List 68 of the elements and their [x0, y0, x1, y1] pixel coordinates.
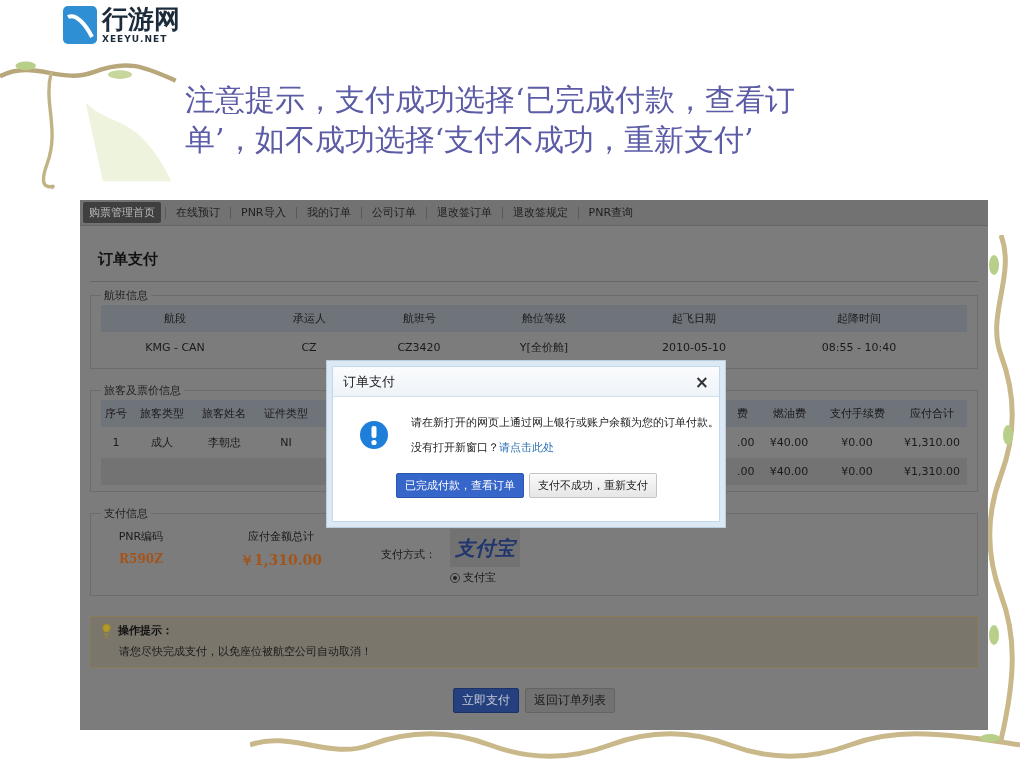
section-legend: 支付信息	[101, 506, 151, 521]
payment-radio[interactable]: 支付宝	[450, 570, 520, 585]
confirm-button[interactable]: 已完成付款，查看订单	[395, 473, 524, 498]
column-header: 舱位等级	[521, 311, 567, 326]
table-cell-text: 李朝忠	[206, 435, 242, 450]
table-cell-text: ¥40.00	[768, 436, 810, 449]
dialog-prompt: 没有打开新窗口？	[411, 440, 499, 455]
column-header: 承运人	[291, 311, 327, 326]
tip-text: 请您尽快完成支付，以免座位被航空公司自动取消！	[118, 644, 373, 659]
table-cell-text: Y[全价舱]	[518, 339, 570, 355]
page-title: 订单支付	[90, 236, 978, 282]
payment-logo: 支付宝	[450, 529, 520, 567]
column-header: 起飞日期	[671, 311, 717, 326]
total-label: 应付金额总计	[248, 529, 314, 544]
total-cell-text: ¥40.00	[768, 465, 810, 478]
nav-tab[interactable]: 退改签规定	[506, 202, 574, 223]
nav-tab[interactable]: 退改签订单	[430, 202, 498, 223]
column-header: 燃油费	[771, 406, 807, 421]
column-header: 起降时间	[836, 311, 882, 326]
method-label: 支付方式：	[381, 547, 436, 562]
table-cell-text: CZ3420	[396, 340, 442, 354]
section-legend: 航班信息	[101, 288, 151, 303]
column-header: 证件类型	[263, 406, 309, 421]
nav-tab[interactable]: 在线预订	[170, 202, 226, 223]
nav-tab[interactable]: PNR导入	[235, 202, 292, 223]
column-header: 航班号	[401, 311, 437, 326]
total-cell-text: ¥0.00	[840, 465, 874, 478]
retry-button[interactable]: 支付不成功，重新支付	[528, 473, 657, 498]
table-cell-text: NI	[279, 436, 293, 449]
table-cell-text: CZ	[300, 340, 318, 354]
table-cell-text: KMG - CAN	[144, 340, 206, 354]
nav-tab[interactable]: PNR查询	[582, 202, 640, 223]
logo-name: 行游网	[102, 6, 180, 32]
nav-tab[interactable]: 我的订单	[300, 202, 357, 223]
table-cell-text: 成人	[150, 435, 174, 450]
column-header: 费	[737, 406, 749, 421]
table-cell-text: 1	[111, 436, 121, 449]
slide-title: 注意提示，支付成功选择‘已完成付款，查看订单’，如不成功选择‘支付不成功，重新支付’	[185, 81, 796, 159]
column-header: 旅客姓名	[201, 406, 247, 421]
back-button[interactable]: 返回订单列表	[525, 688, 615, 713]
table-cell-text: 08:55 - 10:40	[820, 340, 898, 354]
column-header: 旅客类型	[139, 406, 185, 421]
close-button[interactable]: ×	[694, 371, 709, 392]
table-cell-text: ¥1,310.00	[903, 436, 961, 449]
column-header: 支付手续费	[828, 406, 886, 421]
pnr-code: R590Z	[119, 552, 163, 566]
total-cell-text: ¥1,310.00	[903, 465, 961, 478]
pnr-label: PNR编码	[118, 529, 164, 544]
pay-button[interactable]: 立即支付	[453, 688, 519, 713]
logo-domain: XEEYU.NET	[102, 35, 169, 44]
section-legend: 旅客及票价信息	[101, 383, 184, 398]
total-cell-text: .00	[737, 465, 756, 478]
nav-tab[interactable]: 购票管理首页	[83, 202, 161, 223]
total-amount: ￥1,310.00	[239, 552, 323, 570]
dialog-title: 订单支付	[343, 372, 395, 391]
exclamation-icon	[359, 420, 389, 450]
table-cell-text: ¥0.00	[840, 436, 874, 449]
table-cell-text: .00	[737, 436, 756, 449]
dialog-message: 请在新打开的网页上通过网上银行或账户余额为您的订单付款。	[411, 415, 719, 430]
click-here-link[interactable]: 请点击此处	[499, 440, 554, 455]
table-cell-text: 2010-05-10	[661, 340, 727, 354]
column-header: 序号	[104, 406, 128, 421]
tip-title: 操作提示：	[118, 623, 173, 638]
nav-tab[interactable]: 公司订单	[365, 202, 422, 223]
logo-icon	[62, 5, 98, 45]
lightbulb-icon	[99, 623, 114, 638]
column-header: 应付合计	[909, 406, 955, 421]
column-header: 航段	[163, 311, 187, 326]
